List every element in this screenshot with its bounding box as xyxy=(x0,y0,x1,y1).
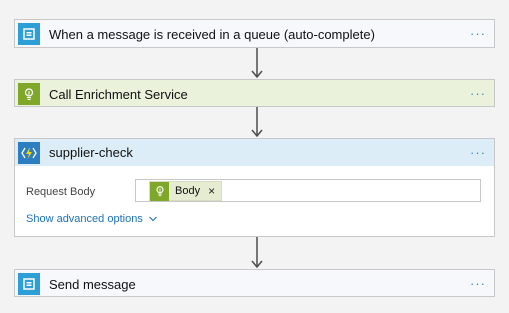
show-advanced-options-link[interactable]: Show advanced options xyxy=(26,213,157,225)
trigger-card-title: When a message is received in a queue (a… xyxy=(49,26,375,42)
supplier-check-card-header[interactable]: supplier-check ··· xyxy=(15,139,494,166)
azure-function-icon xyxy=(18,141,40,164)
trigger-more-options-button[interactable]: ··· xyxy=(470,26,486,41)
send-message-card-title: Send message xyxy=(49,276,136,292)
send-message-card[interactable]: Send message ··· xyxy=(14,269,495,297)
service-bus-icon xyxy=(18,23,40,45)
enrichment-card-header[interactable]: Call Enrichment Service ··· xyxy=(15,80,494,108)
supplier-check-more-options-button[interactable]: ··· xyxy=(470,145,486,160)
send-message-card-header[interactable]: Send message ··· xyxy=(15,270,494,298)
flow-connector-arrow xyxy=(251,107,263,138)
supplier-check-card-title: supplier-check xyxy=(49,145,133,160)
service-bus-icon xyxy=(18,273,40,295)
chevron-down-icon xyxy=(148,213,157,225)
request-body-input[interactable]: Body × xyxy=(135,179,481,202)
send-message-more-options-button[interactable]: ··· xyxy=(470,276,486,291)
enrichment-more-options-button[interactable]: ··· xyxy=(470,86,486,101)
trigger-card-header[interactable]: When a message is received in a queue (a… xyxy=(15,20,494,48)
enrichment-card[interactable]: Call Enrichment Service ··· xyxy=(14,79,495,107)
lightbulb-icon xyxy=(150,181,169,201)
body-token-label: Body xyxy=(175,185,201,197)
flow-connector-arrow xyxy=(251,48,263,79)
trigger-card[interactable]: When a message is received in a queue (a… xyxy=(14,19,495,48)
show-advanced-options-label: Show advanced options xyxy=(26,213,143,225)
request-body-label: Request Body xyxy=(26,186,96,198)
supplier-check-card[interactable]: supplier-check ··· Request Body Body × S… xyxy=(14,138,495,237)
enrichment-card-title: Call Enrichment Service xyxy=(49,86,188,102)
remove-token-button[interactable]: × xyxy=(208,184,215,198)
lightbulb-icon xyxy=(18,83,40,105)
flow-connector-arrow xyxy=(251,237,263,269)
body-token[interactable]: Body × xyxy=(149,181,223,201)
